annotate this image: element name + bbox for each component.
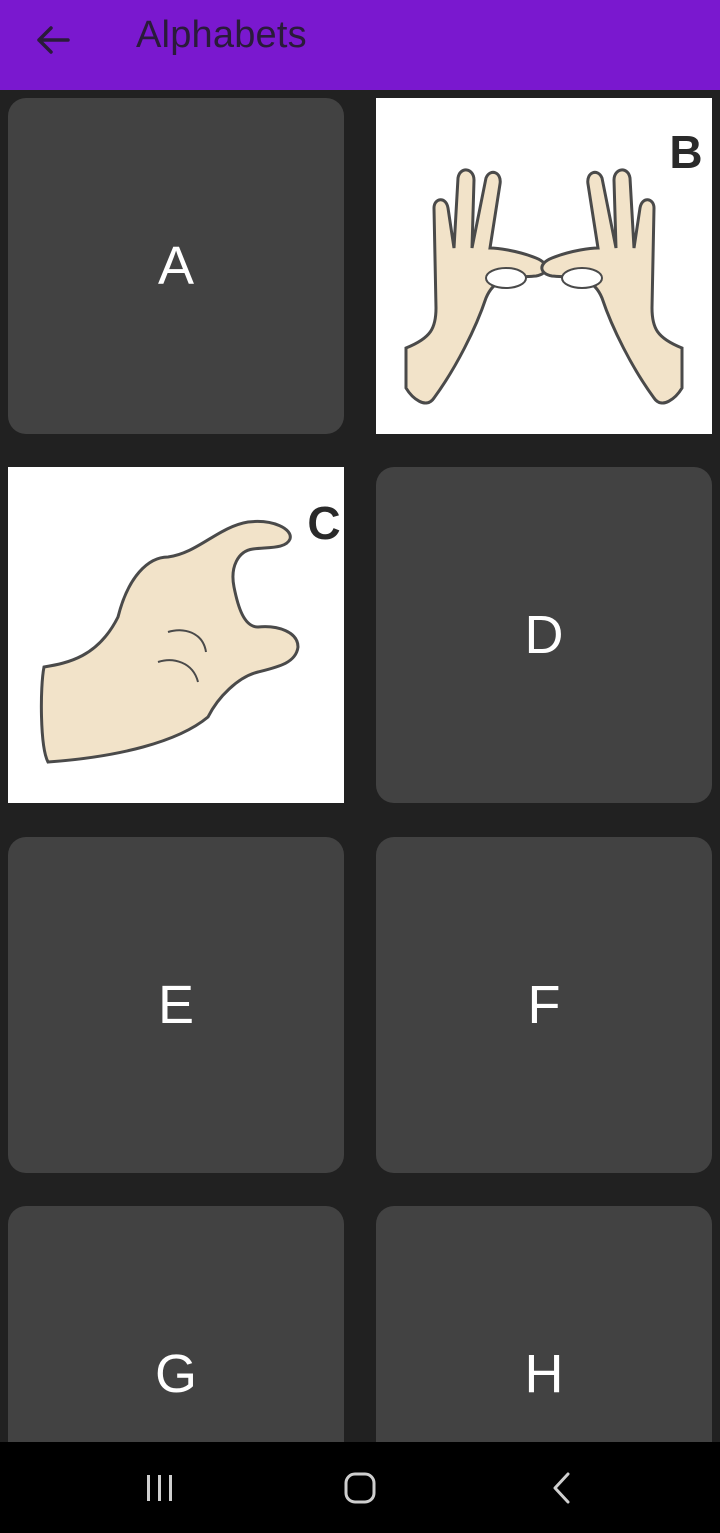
tile-f[interactable]: F <box>376 837 712 1173</box>
sign-label: C <box>307 497 340 549</box>
tile-letter: A <box>157 236 195 296</box>
tile-letter: H <box>524 1344 564 1404</box>
home-button[interactable] <box>320 1460 400 1516</box>
home-icon <box>344 1472 376 1504</box>
tile-letter: G <box>154 1344 197 1404</box>
sign-c-image: C <box>8 467 344 803</box>
tile-letter: F <box>527 975 561 1035</box>
page-title: Alphabets <box>136 14 307 56</box>
back-chevron-icon <box>553 1472 570 1504</box>
sign-label: B <box>669 126 702 178</box>
system-back-button[interactable] <box>522 1460 602 1516</box>
tile-h[interactable]: H <box>376 1206 712 1442</box>
recents-button[interactable] <box>120 1460 200 1516</box>
tile-c[interactable]: C <box>8 467 344 803</box>
back-button[interactable] <box>24 15 80 65</box>
tile-letter: D <box>524 605 564 665</box>
sign-b-image: B <box>376 98 712 434</box>
tile-b[interactable]: B <box>376 98 712 434</box>
recents-icon <box>147 1475 172 1501</box>
app-bar: Alphabets <box>0 0 720 90</box>
tile-a[interactable]: A <box>8 98 344 434</box>
tile-letter: E <box>157 975 195 1035</box>
system-nav-bar <box>0 1442 720 1533</box>
tile-e[interactable]: E <box>8 837 344 1173</box>
arrow-left-icon <box>37 26 70 54</box>
tile-g[interactable]: G <box>8 1206 344 1442</box>
alphabet-grid: A B C D E F G H <box>0 90 720 1442</box>
tile-d[interactable]: D <box>376 467 712 803</box>
